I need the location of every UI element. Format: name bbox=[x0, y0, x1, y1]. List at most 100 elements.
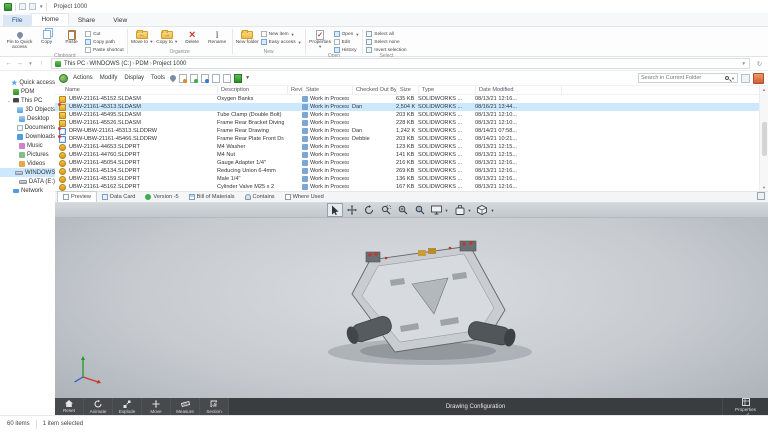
user-avatar[interactable] bbox=[753, 72, 764, 84]
orientation-cube-button[interactable] bbox=[475, 204, 489, 216]
new-folder-button[interactable]: New folder bbox=[236, 28, 259, 45]
new-item-button[interactable]: New item ▼ bbox=[260, 31, 302, 37]
scroll-up-icon[interactable]: ▲ bbox=[762, 87, 766, 92]
menu-modify[interactable]: Modify bbox=[98, 75, 120, 81]
breadcrumb-segment[interactable]: This PC bbox=[63, 61, 86, 67]
3d-model-preview[interactable] bbox=[300, 222, 560, 372]
search-settings-icon[interactable] bbox=[741, 73, 750, 83]
move-button[interactable]: Move bbox=[142, 398, 171, 415]
table-row[interactable]: UBW-21161-45526.SLDASM Frame Rear Bracket… bbox=[55, 119, 759, 127]
pan-tool-button[interactable] bbox=[345, 204, 359, 216]
search-icon[interactable] bbox=[725, 76, 730, 80]
copy-to-button[interactable]: → Copy to ▼ bbox=[156, 28, 179, 45]
properties-button[interactable]: ✓ Properties ▼ bbox=[309, 28, 332, 51]
tab-view[interactable]: View bbox=[104, 15, 136, 26]
sidebar-item-pictures[interactable]: Pictures bbox=[0, 150, 55, 159]
address-dropdown-icon[interactable]: ▼ bbox=[742, 61, 746, 66]
configuration-label[interactable]: Drawing Configuration bbox=[229, 398, 722, 415]
column-header-state[interactable]: State bbox=[303, 86, 353, 94]
paste-button[interactable]: Paste bbox=[60, 28, 83, 45]
search-dropdown-icon[interactable]: ▼ bbox=[731, 76, 735, 81]
column-header-revision[interactable]: Revision bbox=[288, 86, 303, 94]
breadcrumb-segment[interactable]: Project 1000 bbox=[152, 61, 188, 67]
orientation-dropdown-icon[interactable]: ▼ bbox=[490, 208, 494, 213]
display-dropdown-icon[interactable]: ▼ bbox=[445, 208, 449, 213]
breadcrumb-segment[interactable]: WINDOWS (C:) bbox=[88, 61, 132, 67]
column-header-type[interactable]: Type bbox=[419, 86, 476, 94]
expand-preview-icon[interactable] bbox=[757, 192, 765, 200]
copy-path-button[interactable]: Copy path bbox=[85, 39, 124, 45]
tab-version[interactable]: Version -5 bbox=[140, 191, 183, 202]
open-button[interactable]: Open ▼ bbox=[333, 31, 359, 37]
quick-access-caret-icon[interactable]: ▼ bbox=[39, 4, 43, 9]
column-header-date-modified[interactable]: Date Modified bbox=[476, 86, 562, 94]
sidebar-item-downloads[interactable]: Downloads bbox=[0, 132, 55, 141]
tab-bom[interactable]: Bill of Materials bbox=[184, 191, 240, 202]
get-latest-version-icon[interactable] bbox=[201, 73, 210, 83]
breadcrumb[interactable]: This PC › WINDOWS (C:) › PDM › Project 1000 ▼ bbox=[51, 58, 750, 69]
table-row[interactable]: UBW-21161-45054.SLDPRT Gauge Adapter 1/4"… bbox=[55, 159, 759, 167]
zoom-fit-button[interactable] bbox=[413, 204, 427, 216]
cut-button[interactable]: Cut bbox=[85, 31, 124, 37]
measure-button[interactable]: Measure bbox=[171, 398, 200, 415]
table-row[interactable]: UBW-21161-45152.SLDASM Oxygen Banks Work i… bbox=[55, 95, 759, 103]
forward-button[interactable]: → bbox=[15, 60, 24, 67]
pin-to-quick-access-button[interactable]: Pin to Quick access bbox=[6, 28, 33, 51]
animate-button[interactable]: Animate bbox=[84, 398, 113, 415]
table-row[interactable]: DRW-UBW-21161-45313.SLDDRW Frame Rear Dra… bbox=[55, 126, 759, 135]
check-in-icon[interactable] bbox=[190, 73, 199, 83]
sidebar-item-data-e[interactable]: DATA (E:) bbox=[0, 177, 55, 186]
table-row[interactable]: UBW-21161-44653.SLDPRT M4 Washer Work in P… bbox=[55, 143, 759, 151]
tab-preview[interactable]: Preview bbox=[57, 191, 97, 202]
sidebar-item-windows-c[interactable]: WINDOWS (C:) bbox=[0, 168, 55, 177]
sidebar-item-desktop[interactable]: Desktop bbox=[0, 114, 55, 123]
zoom-in-out-button[interactable] bbox=[396, 204, 410, 216]
select-tool-button[interactable] bbox=[326, 203, 343, 217]
table-row[interactable]: UBW-21161-45495.SLDASM Tube Clamp (Double… bbox=[55, 111, 759, 119]
table-row[interactable]: UBW-21161-45159.SLDPRT Male 1/4" Work in P… bbox=[55, 175, 759, 183]
menu-actions[interactable]: Actions bbox=[71, 75, 95, 81]
easy-access-button[interactable]: Easy access ▼ bbox=[260, 39, 302, 45]
breadcrumb-segment[interactable]: PDM bbox=[134, 61, 149, 67]
column-header-size[interactable]: Size bbox=[397, 86, 419, 94]
column-header-name[interactable]: Name bbox=[55, 86, 218, 94]
table-row[interactable]: DRW-UBW-21161-45466.SLDDRW Frame Rear Pla… bbox=[55, 134, 759, 143]
sidebar-item-quick-access[interactable]: Quick access bbox=[0, 78, 55, 87]
pin-toolbar-icon[interactable] bbox=[168, 73, 178, 83]
properties-panel-button[interactable]: Properties bbox=[722, 398, 768, 412]
tab-share[interactable]: Share bbox=[69, 15, 104, 26]
file-list-scrollbar[interactable]: ▲ ▼ bbox=[759, 86, 768, 191]
rotate-tool-button[interactable] bbox=[362, 204, 376, 216]
tab-home[interactable]: Home bbox=[31, 13, 69, 26]
preview-viewport[interactable]: ▼ ▼ ▼ Reset Animate Explode Move Measure… bbox=[55, 203, 768, 415]
table-row[interactable]: UBW-21161-45313.SLDASM Work in Process Dan… bbox=[55, 102, 759, 111]
up-button[interactable]: ↑ bbox=[37, 60, 46, 67]
delete-button[interactable]: × Delete bbox=[181, 28, 204, 45]
view-mode-button[interactable] bbox=[453, 204, 467, 216]
select-all-button[interactable]: Select all bbox=[366, 31, 406, 37]
sidebar-item-network[interactable]: Network bbox=[0, 186, 55, 195]
tab-data-card[interactable]: Data Card bbox=[97, 191, 141, 202]
menu-display[interactable]: Display bbox=[122, 75, 146, 81]
select-none-button[interactable]: Select none bbox=[366, 39, 406, 45]
table-row[interactable]: UBW-21161-45162.SLDPRT Cylinder Valve M25… bbox=[55, 183, 759, 191]
rename-button[interactable]: I Rename bbox=[206, 28, 229, 46]
column-header-checked-out-by[interactable]: Checked Out By bbox=[353, 86, 397, 94]
search-input[interactable]: Search in Current Folder ▼ bbox=[638, 73, 738, 83]
section-button[interactable]: Section bbox=[200, 398, 229, 415]
sidebar-item-pdm[interactable]: PDM bbox=[0, 87, 55, 96]
recent-locations-caret-icon[interactable]: ▼ bbox=[26, 61, 35, 66]
table-row[interactable]: UBW-21161-45134.SLDPRT Reducing Union 6-4… bbox=[55, 167, 759, 175]
menu-tools[interactable]: Tools bbox=[149, 75, 167, 81]
edit-button[interactable]: Edit bbox=[333, 39, 360, 45]
toolbar-more-icon[interactable]: ▼ bbox=[245, 75, 250, 81]
quick-access-folder-icon[interactable] bbox=[29, 3, 36, 10]
zoom-area-button[interactable] bbox=[379, 204, 393, 216]
sidebar-item-3d-objects[interactable]: 3D Objects bbox=[0, 105, 55, 114]
copy-file-icon[interactable] bbox=[212, 73, 221, 83]
sidebar-item-documents[interactable]: Documents bbox=[0, 123, 55, 132]
explode-button[interactable]: Explode bbox=[113, 398, 142, 415]
vault-view-icon[interactable] bbox=[234, 73, 243, 83]
share-file-icon[interactable] bbox=[223, 73, 232, 83]
tab-contains[interactable]: Contains bbox=[240, 191, 280, 202]
